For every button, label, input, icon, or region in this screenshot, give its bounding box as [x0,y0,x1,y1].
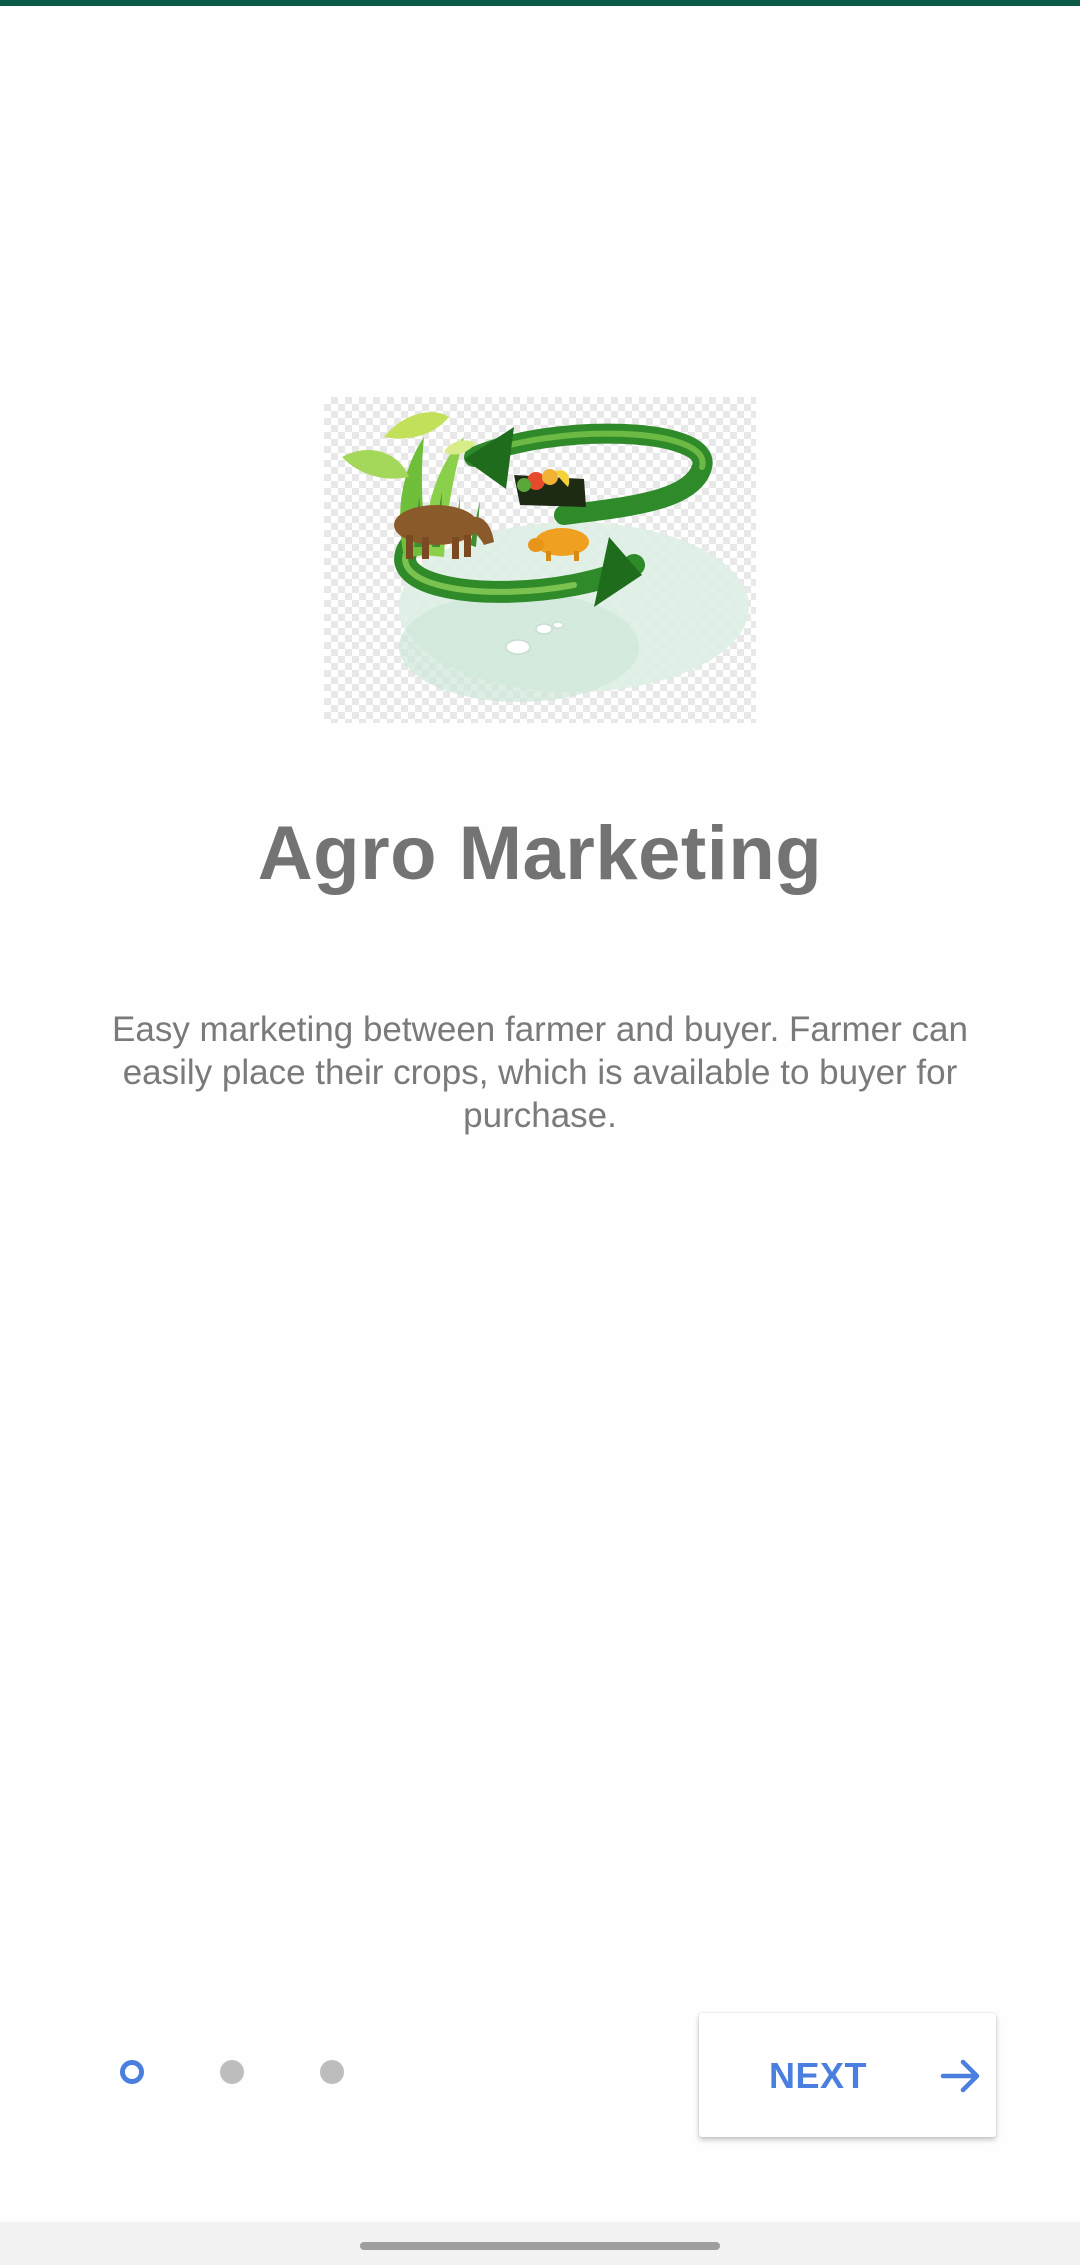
home-indicator[interactable] [360,2242,720,2250]
next-button[interactable]: NEXT [699,2013,996,2137]
system-navigation-bar [0,2222,1080,2265]
page-title: Agro Marketing [257,811,823,896]
status-bar [0,0,1080,6]
page-indicator-dot[interactable] [220,2060,244,2084]
next-button-label: NEXT [769,2055,868,2096]
arrow-right-icon [940,2059,980,2093]
page-indicator-dot-active[interactable] [120,2060,144,2084]
page-description: Easy marketing between farmer and buyer.… [112,1010,968,1135]
agro-marketing-logo [324,397,756,723]
page-indicator [0,2060,420,2084]
agro-marketing-logo-icon [342,412,749,702]
page-indicator-dot[interactable] [320,2060,344,2084]
